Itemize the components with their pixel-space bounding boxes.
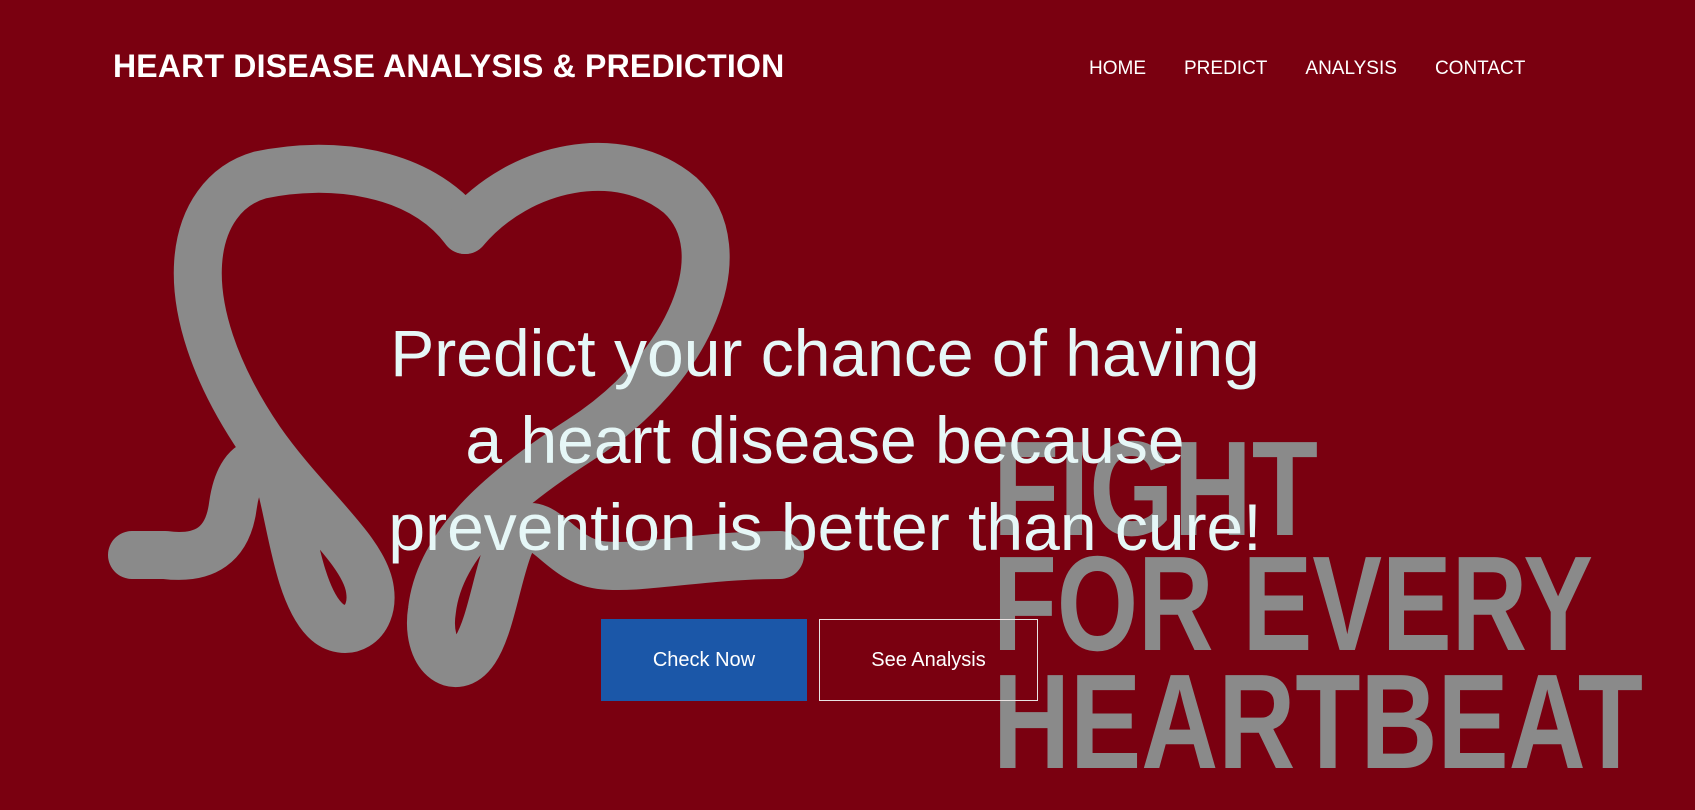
main-nav: HOME PREDICT ANALYSIS CONTACT [1089,58,1525,80]
see-analysis-button[interactable]: See Analysis [819,619,1038,701]
nav-home-link[interactable]: HOME [1089,58,1146,80]
slogan-line: HEARTBEAT [993,646,1643,797]
nav-analysis-link[interactable]: ANALYSIS [1305,58,1397,80]
nav-contact-link[interactable]: CONTACT [1435,58,1525,80]
site-header: HEART DISEASE ANALYSIS & PREDICTION HOME… [0,0,1695,140]
check-now-button[interactable]: Check Now [601,619,807,701]
hero-headline-line: a heart disease because [465,403,1185,477]
hero-headline: Predict your chance of having a heart di… [330,310,1320,571]
hero-headline-line: Predict your chance of having [390,316,1260,390]
nav-predict-link[interactable]: PREDICT [1184,58,1267,80]
hero-headline-line: prevention is better than cure! [388,490,1262,564]
site-title[interactable]: HEART DISEASE ANALYSIS & PREDICTION [113,48,784,85]
